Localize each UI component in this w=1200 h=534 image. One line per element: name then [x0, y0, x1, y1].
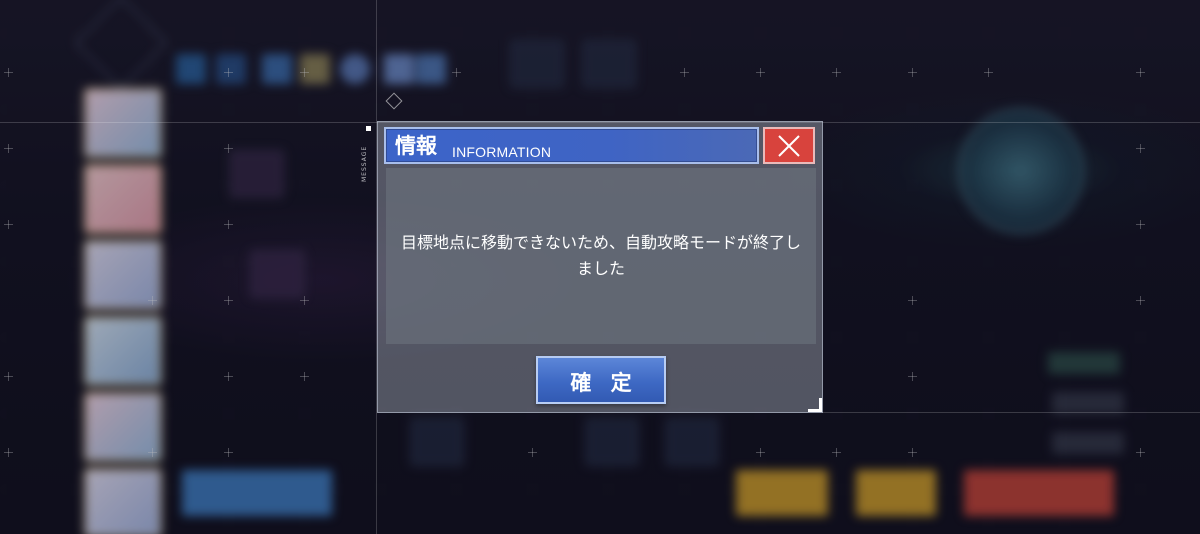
guide-line — [822, 412, 1200, 413]
dialog-message: 目標地点に移動できないため、自動攻略モードが終了しました — [400, 233, 801, 278]
dialog-body: 目標地点に移動できないため、自動攻略モードが終了しました — [386, 168, 816, 344]
close-button[interactable] — [763, 127, 815, 164]
game-screen: MESSAGE 情報 INFORMATION 目標地点に移動できないため、自動攻… — [0, 0, 1200, 534]
dialog-subtitle: INFORMATION — [452, 144, 552, 160]
close-icon — [778, 135, 800, 157]
information-dialog: 情報 INFORMATION 目標地点に移動できないため、自動攻略モードが終了し… — [377, 121, 823, 413]
corner-bracket-icon — [808, 398, 822, 412]
dialog-title: 情報 — [395, 133, 437, 158]
confirm-button-label: 確 定 — [570, 370, 638, 395]
dialog-header: 情報 INFORMATION — [384, 127, 759, 164]
confirm-button[interactable]: 確 定 — [536, 356, 666, 404]
message-side-tag: MESSAGE — [361, 145, 368, 182]
